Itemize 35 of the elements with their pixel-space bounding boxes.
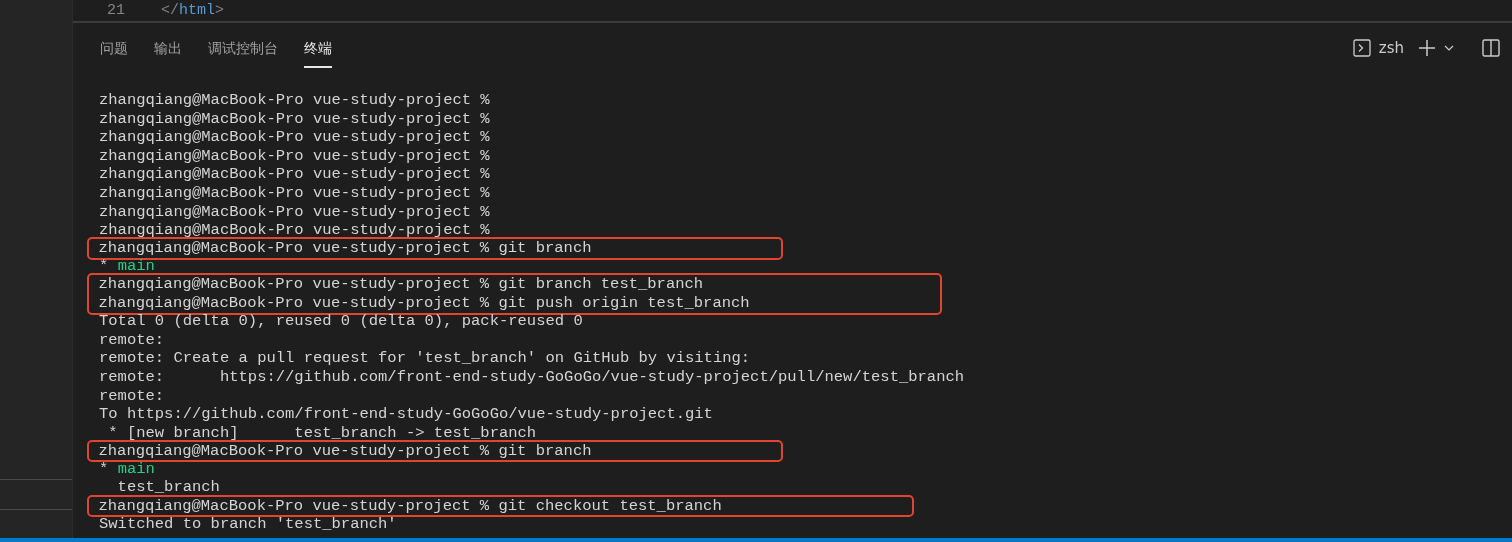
terminal-line: * main bbox=[99, 459, 156, 479]
terminal-line: remote: Create a pull request for 'test_branch' on GitHub by visiting: bbox=[99, 349, 752, 368]
code-line: </html> bbox=[161, 2, 225, 19]
terminal-line: zhangqiang@MacBook-Pro vue-study-project % bbox=[99, 109, 490, 129]
shell-label[interactable]: zsh bbox=[1378, 39, 1404, 57]
terminal-line: To https://github.com/front-end-study-GoGoGo/vue-study-project.git bbox=[99, 405, 714, 424]
terminal-line: zhangqiang@MacBook-Pro vue-study-project % bbox=[99, 146, 490, 166]
terminal-line: zhangqiang@MacBook-Pro vue-study-project % git push origin test_branch bbox=[98, 294, 750, 313]
terminal-line: zhangqiang@MacBook-Pro vue-study-project % bbox=[99, 183, 490, 203]
terminal-line: remote: https://github.com/front-end-study-GoGoGo/vue-study-project/pull/new/test_branch bbox=[99, 367, 965, 387]
terminal-icon[interactable] bbox=[1352, 39, 1371, 57]
terminal-line: zhangqiang@MacBook-Pro vue-study-project % bbox=[99, 221, 490, 240]
split-panel-icon[interactable] bbox=[1482, 39, 1500, 57]
terminal-line: zhangqiang@MacBook-Pro vue-study-project % git branch bbox=[98, 441, 592, 461]
terminal-line: zhangqiang@MacBook-Pro vue-study-project % bbox=[99, 202, 490, 222]
terminal-line: zhangqiang@MacBook-Pro vue-study-project % bbox=[99, 165, 490, 184]
terminal-line: zhangqiang@MacBook-Pro vue-study-project % git branch bbox=[98, 239, 592, 258]
terminal-line: zhangqiang@MacBook-Pro vue-study-project % git checkout test_branch bbox=[98, 496, 722, 516]
panel-tab[interactable]: 终端 bbox=[304, 28, 332, 68]
terminal-line: zhangqiang@MacBook-Pro vue-study-project % bbox=[99, 128, 490, 147]
panel-tab[interactable]: 输出 bbox=[154, 28, 182, 68]
terminal-line: zhangqiang@MacBook-Pro vue-study-project % git branch test_branch bbox=[98, 275, 705, 295]
terminal-line: zhangqiang@MacBook-Pro vue-study-project % bbox=[99, 91, 490, 110]
terminal-line: * main bbox=[99, 257, 155, 276]
terminal-line: Total 0 (delta 0), reused 0 (delta 0), pack-reused 0 bbox=[99, 312, 584, 331]
terminal-line: Switched to branch 'test_branch' bbox=[99, 514, 397, 534]
terminal-line: * [new branch] test_branch -> test_branch bbox=[107, 423, 538, 443]
terminal-line: remote: bbox=[99, 330, 166, 350]
terminal-line: remote: bbox=[99, 386, 166, 406]
chevron-down-icon[interactable] bbox=[1444, 45, 1454, 51]
panel-tab[interactable]: 调试控制台 bbox=[208, 28, 278, 68]
line-number: 21 bbox=[106, 2, 125, 19]
panel-tab[interactable]: 问题 bbox=[100, 28, 128, 68]
terminal-line: test_branch bbox=[116, 478, 220, 498]
plus-icon[interactable] bbox=[1418, 39, 1436, 57]
